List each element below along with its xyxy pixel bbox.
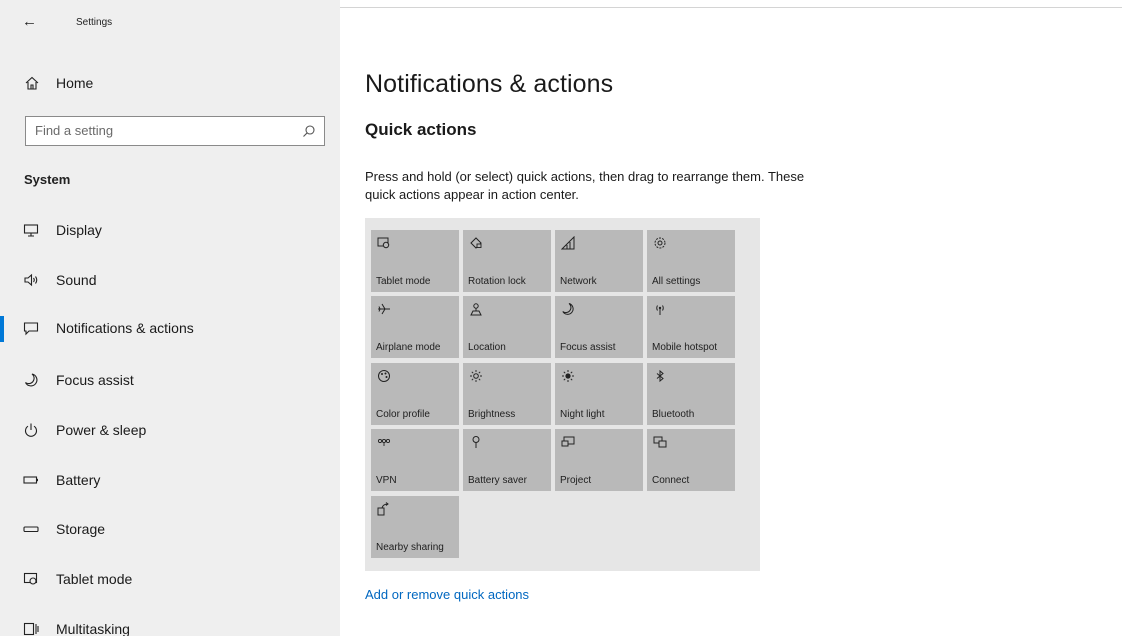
airplane-icon (377, 302, 391, 316)
quick-action-label: Bluetooth (652, 409, 695, 420)
quick-action-label: Tablet mode (376, 276, 431, 287)
sidebar-item-label: Storage (56, 521, 106, 537)
vpn-icon (377, 435, 391, 449)
quick-action-label: Focus assist (560, 342, 616, 353)
quick-action-tile[interactable]: Airplane mode (371, 296, 459, 358)
quick-action-tile[interactable]: Color profile (371, 363, 459, 425)
sidebar-item-label: Multitasking (56, 621, 130, 636)
notification-icon (23, 320, 39, 336)
quick-action-tile[interactable]: Focus assist (555, 296, 643, 358)
network-icon (561, 236, 575, 250)
sidebar-item-storage[interactable]: Storage (0, 511, 340, 547)
battery-saver-icon (469, 435, 483, 449)
color-profile-icon (377, 369, 391, 383)
quick-action-tile[interactable]: Tablet mode (371, 230, 459, 292)
sidebar-item-notifications[interactable]: Notifications & actions (0, 310, 340, 346)
quick-action-label: Color profile (376, 409, 430, 420)
tablet-mode-icon (377, 236, 391, 250)
quick-action-tile[interactable]: Connect (647, 429, 735, 491)
quick-action-tile[interactable]: Project (555, 429, 643, 491)
quick-action-label: Project (560, 475, 592, 486)
back-arrow-icon[interactable]: ← (22, 12, 44, 32)
quick-action-tile[interactable]: Rotation lock (463, 230, 551, 292)
nearby-sharing-icon (377, 502, 391, 516)
sidebar-item-label: Focus assist (56, 372, 134, 388)
sidebar-item-label: Sound (56, 272, 97, 288)
sidebar-item-display[interactable]: Display (0, 212, 340, 248)
quick-action-label: Network (560, 276, 597, 287)
rotation-lock-icon (469, 236, 483, 250)
section-title: Quick actions (365, 120, 477, 139)
sidebar-item-power-sleep[interactable]: Power & sleep (0, 412, 340, 448)
quick-action-tile[interactable]: Night light (555, 363, 643, 425)
quick-action-label: Location (468, 342, 506, 353)
sidebar-item-battery[interactable]: Battery (0, 462, 340, 498)
quick-action-label: All settings (652, 276, 701, 287)
sidebar-item-label: Notifications & actions (56, 320, 194, 336)
quick-action-label: Brightness (468, 409, 516, 420)
hotspot-icon (653, 302, 667, 316)
sidebar: ← Settings Home Find a setting System Di… (0, 0, 340, 636)
quick-action-tile[interactable]: Brightness (463, 363, 551, 425)
quick-action-label: Mobile hotspot (652, 342, 718, 353)
brightness-icon (469, 369, 483, 383)
gear-icon (653, 236, 667, 250)
sidebar-item-focus-assist[interactable]: Focus assist (0, 362, 340, 398)
quick-action-tile[interactable]: All settings (647, 230, 735, 292)
connect-icon (653, 435, 667, 449)
quick-action-label: Airplane mode (376, 342, 441, 353)
app-title: Settings (76, 17, 113, 28)
quick-action-tile[interactable]: Mobile hotspot (647, 296, 735, 358)
quick-action-tile[interactable]: Nearby sharing (371, 496, 459, 558)
quick-action-tile[interactable]: Network (555, 230, 643, 292)
quick-actions-panel: Tablet mode Rotation lock Network All se… (365, 218, 760, 571)
moon-icon (561, 302, 575, 316)
tablet-mode-icon (23, 571, 39, 587)
quick-actions-description: Press and hold (or select) quick actions… (365, 169, 805, 202)
quick-action-tile[interactable]: Battery saver (463, 429, 551, 491)
project-icon (561, 435, 575, 449)
sidebar-item-label: Power & sleep (56, 422, 147, 438)
sidebar-item-label: Home (56, 75, 94, 91)
night-light-icon (561, 369, 575, 383)
speaker-icon (23, 272, 39, 288)
sidebar-item-multitasking[interactable]: Multitasking (0, 611, 340, 636)
quick-action-label: Connect (652, 475, 690, 486)
quick-action-tile[interactable]: Bluetooth (647, 363, 735, 425)
search-icon[interactable] (302, 124, 316, 138)
sidebar-section-header: System (24, 172, 71, 187)
title-bar: ← Settings (0, 0, 340, 44)
main-content: Notifications & actions Quick actions Pr… (340, 0, 1122, 636)
storage-icon (23, 521, 39, 537)
quick-action-tile[interactable]: Location (463, 296, 551, 358)
quick-action-label: Rotation lock (468, 276, 526, 287)
quick-action-tile[interactable]: VPN (371, 429, 459, 491)
bluetooth-icon (653, 369, 667, 383)
home-icon (24, 75, 40, 91)
location-icon (469, 302, 483, 316)
quick-action-label: Nearby sharing (376, 542, 444, 553)
sidebar-item-home[interactable]: Home (0, 66, 340, 102)
quick-action-label: Night light (560, 409, 605, 420)
page-title: Notifications & actions (365, 70, 614, 98)
moon-icon (23, 372, 39, 388)
battery-icon (23, 472, 39, 488)
display-icon (23, 222, 39, 238)
sidebar-item-label: Battery (56, 472, 101, 488)
add-remove-quick-actions-link[interactable]: Add or remove quick actions (365, 587, 529, 602)
multitasking-icon (23, 621, 39, 636)
power-icon (23, 422, 39, 438)
sidebar-item-sound[interactable]: Sound (0, 262, 340, 298)
quick-action-label: Battery saver (468, 475, 527, 486)
quick-action-label: VPN (376, 475, 397, 486)
sidebar-item-label: Tablet mode (56, 571, 133, 587)
search-placeholder: Find a setting (35, 123, 114, 138)
search-input[interactable]: Find a setting (25, 116, 325, 146)
sidebar-item-label: Display (56, 222, 102, 238)
sidebar-item-tablet-mode[interactable]: Tablet mode (0, 561, 340, 597)
